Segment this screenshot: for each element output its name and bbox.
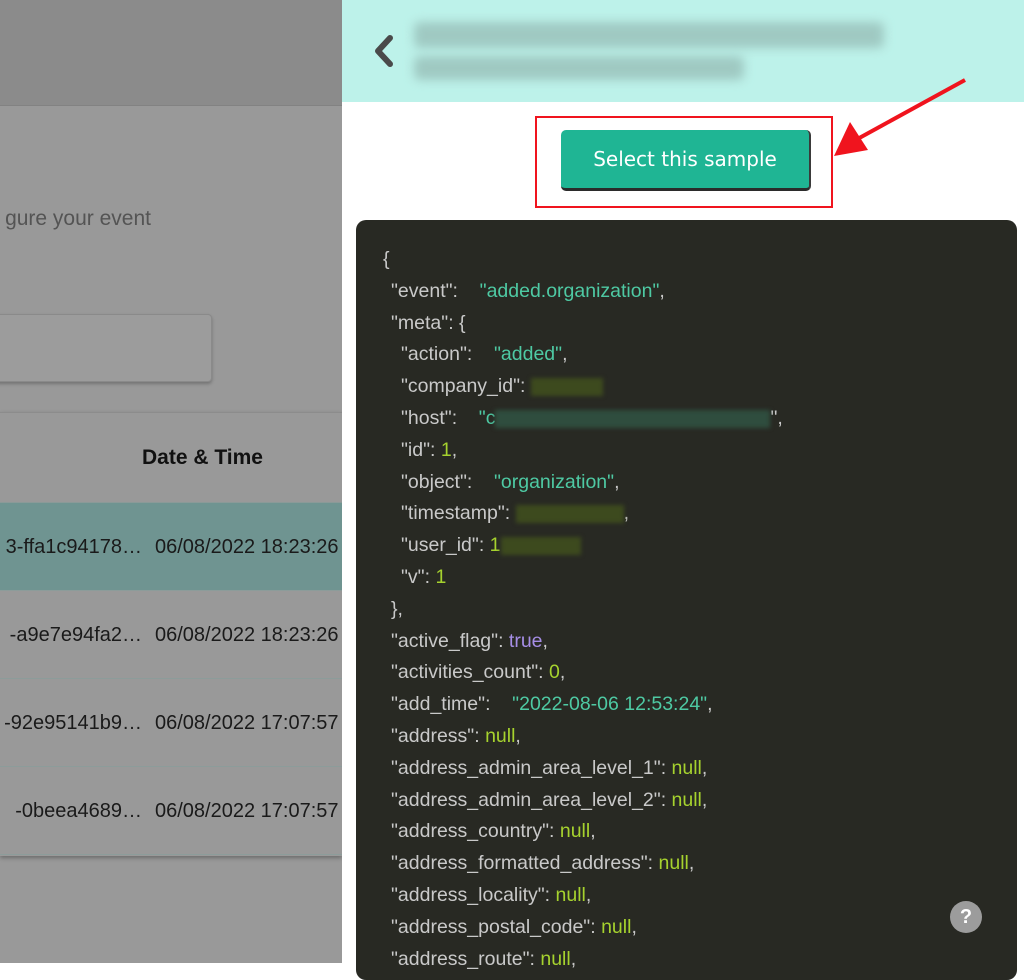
code-line: "event": "added.organization", — [391, 279, 665, 302]
json-key: "action" — [401, 343, 467, 366]
json-key: "activities_count" — [391, 661, 539, 684]
json-value: 1 — [435, 565, 447, 588]
code-line: { — [383, 245, 1017, 277]
json-key: "address_route" — [391, 947, 530, 970]
json-value-prefix: "c — [478, 406, 496, 429]
code-line: "address_formatted_address": null, — [391, 852, 695, 875]
json-key: "active_flag" — [391, 629, 499, 652]
sample-id: -0beea4689… — [15, 800, 142, 822]
page-header — [0, 0, 342, 106]
json-key: "address_admin_area_level_2" — [391, 788, 661, 811]
code-line: "address_country": null, — [391, 820, 596, 843]
code-line: "object": "organization", — [401, 470, 620, 493]
panel-title-redacted — [414, 56, 744, 80]
json-key: "host" — [401, 406, 452, 429]
table-row[interactable]: 3-ffa1c94178… 06/08/2022 18:23:26 — [0, 503, 342, 591]
json-key: "address_country" — [391, 820, 550, 843]
code-line: "host": "c ", — [401, 406, 783, 429]
background-page-overlay: gure your event Date & Time 3-ffa1c94178… — [0, 0, 342, 963]
event-input[interactable] — [0, 314, 212, 382]
column-header-date-time: Date & Time — [142, 446, 263, 469]
json-key: "company_id" — [401, 375, 520, 398]
json-code-viewer: {"event": "added.organization", "meta": {… — [356, 220, 1017, 980]
code-line: }, — [383, 595, 1017, 627]
code-line: "action": "added", — [401, 343, 568, 366]
json-value: null — [601, 915, 632, 938]
code-punct: ", — [770, 406, 783, 429]
code-line: "address": null, — [391, 724, 521, 747]
samples-table: Date & Time 3-ffa1c94178… 06/08/2022 18:2… — [0, 412, 342, 856]
sample-datetime: 06/08/2022 18:23:26 — [155, 536, 339, 558]
sample-id: 3-ffa1c94178… — [5, 536, 142, 558]
code-line: "address_admin_area_level_1": null, — [391, 756, 708, 779]
sample-datetime: 06/08/2022 18:23:26 — [155, 624, 339, 646]
sample-id: -a9e7e94fa2… — [9, 624, 142, 646]
panel-title-redacted — [414, 22, 884, 48]
json-value: null — [540, 947, 571, 970]
json-key: "event" — [391, 279, 453, 302]
code-line: "company_id": — [383, 372, 1017, 404]
code-line: "id": 1, — [401, 438, 458, 461]
select-sample-button[interactable]: Select this sample — [561, 130, 811, 191]
json-key: "timestamp" — [401, 502, 505, 525]
code-line: "add_time": "2022-08-06 12:53:24", — [391, 693, 713, 716]
code-punct: }, — [391, 597, 403, 620]
json-key: "address" — [391, 724, 475, 747]
json-value: null — [671, 756, 702, 779]
json-value: "added.organization" — [479, 279, 660, 302]
code-punct: { — [383, 248, 390, 270]
code-line: "meta": { — [383, 309, 1017, 341]
json-value: null — [671, 788, 702, 811]
redacted-value — [495, 409, 771, 428]
redacted-value — [530, 378, 603, 397]
json-key: "object" — [401, 470, 467, 493]
code-line: "address_locality": null, — [391, 883, 592, 906]
json-key: "meta" — [391, 311, 449, 334]
code-line: "activities_count": 0, — [391, 661, 566, 684]
help-button[interactable]: ? — [950, 901, 982, 933]
json-value: true — [508, 629, 543, 652]
redacted-value — [500, 537, 581, 556]
json-value: 1 — [440, 438, 452, 461]
json-key: "v" — [401, 565, 425, 588]
code-line: "timestamp": , — [401, 502, 630, 525]
json-key: "address_postal_code" — [391, 915, 591, 938]
sample-datetime: 06/08/2022 17:07:57 — [155, 712, 339, 734]
table-row[interactable]: -0beea4689… 06/08/2022 17:07:57 — [0, 767, 342, 855]
json-key: "address_admin_area_level_1" — [391, 756, 661, 779]
sample-datetime: 06/08/2022 17:07:57 — [155, 800, 339, 822]
json-value: "organization" — [493, 470, 615, 493]
sample-id: -92e95141b9… — [4, 712, 142, 734]
code-punct: : { — [448, 311, 466, 334]
configure-event-text: gure your event — [5, 207, 151, 230]
json-value-prefix: 1 — [489, 534, 501, 557]
json-value: null — [658, 852, 689, 875]
annotation-arrow — [834, 78, 966, 156]
table-header: Date & Time — [0, 413, 342, 503]
json-value: null — [485, 724, 516, 747]
table-row[interactable]: -a9e7e94fa2… 06/08/2022 18:23:26 — [0, 591, 342, 679]
code-line: "user_id": 1 — [383, 531, 1017, 563]
code-line: "v": 1 — [401, 565, 447, 588]
code-line: "address_route": null, — [391, 947, 577, 970]
json-key: "address_formatted_address" — [391, 852, 648, 875]
sample-detail-panel: Select this sample {"event": "added.orga… — [342, 0, 1024, 980]
json-value: "added" — [493, 343, 563, 366]
json-key: "id" — [401, 438, 431, 461]
code-line: "active_flag": true, — [391, 629, 548, 652]
table-row[interactable]: -92e95141b9… 06/08/2022 17:07:57 — [0, 679, 342, 767]
json-value: null — [555, 883, 586, 906]
json-value: "2022-08-06 12:53:24" — [512, 693, 708, 716]
json-key: "user_id" — [401, 534, 479, 557]
code-punct: , — [623, 502, 630, 525]
code-line: "address_postal_code": null, — [391, 915, 637, 938]
json-value: 0 — [549, 661, 560, 684]
json-value: null — [559, 820, 591, 843]
redacted-value — [515, 505, 624, 524]
json-key: "add_time" — [391, 693, 486, 716]
json-key: "address_locality" — [391, 883, 545, 906]
code-line: "address_admin_area_level_2": null, — [391, 788, 708, 811]
chevron-left-icon[interactable] — [370, 32, 400, 70]
